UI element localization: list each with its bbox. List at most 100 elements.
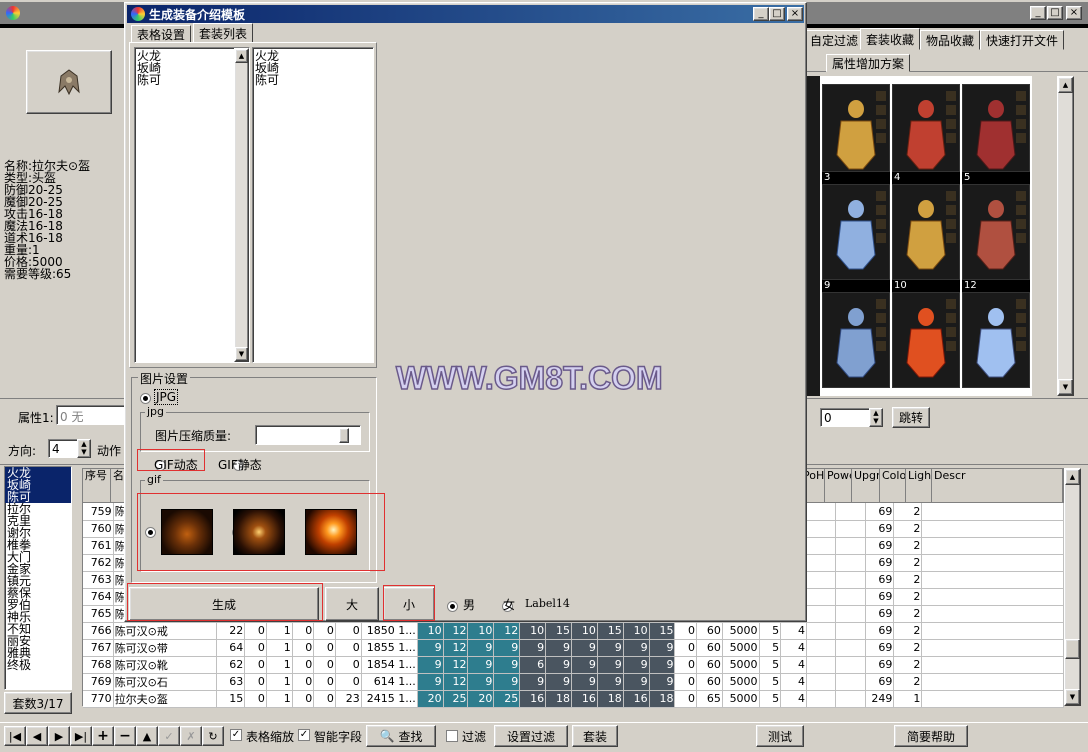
- table-cell[interactable]: [806, 554, 837, 572]
- table-cell[interactable]: 10: [417, 622, 444, 640]
- table-cell[interactable]: 0: [674, 656, 698, 674]
- table-cell[interactable]: 0: [244, 622, 267, 640]
- table-cell[interactable]: 2: [893, 588, 923, 606]
- table-cell[interactable]: [835, 503, 867, 521]
- table-cell[interactable]: [835, 537, 867, 555]
- table-cell[interactable]: [921, 639, 1064, 657]
- table-cell[interactable]: 1850 1...: [361, 622, 418, 640]
- table-cell[interactable]: 10: [519, 622, 547, 640]
- table-cell[interactable]: [835, 639, 867, 657]
- table-cell[interactable]: 9: [571, 639, 598, 657]
- table-cell[interactable]: 9: [571, 656, 598, 674]
- main-minimize-button[interactable]: _: [1030, 6, 1046, 20]
- table-cell[interactable]: 0: [313, 656, 336, 674]
- table-cell[interactable]: 10: [467, 622, 495, 640]
- grid-scroll-up[interactable]: ▲: [1065, 469, 1080, 485]
- table-cell[interactable]: 拉尔夫⊙盔: [113, 690, 218, 708]
- nav-insert-button[interactable]: +: [92, 726, 114, 746]
- table-cell[interactable]: 69: [865, 520, 895, 538]
- table-cell[interactable]: 64: [216, 639, 246, 657]
- table-cell[interactable]: 760: [83, 520, 114, 538]
- grid-header-colo[interactable]: Colo: [880, 469, 906, 503]
- table-cell[interactable]: [835, 690, 867, 708]
- table-cell[interactable]: [921, 554, 1064, 572]
- table-cell[interactable]: 2: [893, 605, 923, 623]
- table-cell[interactable]: [921, 537, 1064, 555]
- table-cell[interactable]: 60: [696, 639, 723, 657]
- table-cell[interactable]: 764: [83, 588, 114, 606]
- table-cell[interactable]: 陈可汉⊙石: [113, 673, 218, 691]
- table-cell[interactable]: [806, 605, 837, 623]
- table-cell[interactable]: 9: [571, 673, 598, 691]
- table-cell[interactable]: 15: [545, 622, 572, 640]
- table-cell[interactable]: 769: [83, 673, 114, 691]
- table-cell[interactable]: 5: [759, 656, 782, 674]
- table-cell[interactable]: 767: [83, 639, 114, 657]
- table-cell[interactable]: 1854 1...: [361, 656, 418, 674]
- table-cell[interactable]: 0: [292, 622, 315, 640]
- table-cell[interactable]: 18: [597, 690, 624, 708]
- table-cell[interactable]: 69: [865, 673, 895, 691]
- table-cell[interactable]: 9: [493, 656, 521, 674]
- table-cell[interactable]: 0: [244, 639, 267, 657]
- table-cell[interactable]: 9: [417, 639, 444, 657]
- dialog-close-button[interactable]: ×: [787, 7, 803, 21]
- table-cell[interactable]: 5000: [722, 690, 760, 708]
- table-cell[interactable]: 69: [865, 554, 895, 572]
- scroll-down-button[interactable]: ▼: [1058, 379, 1073, 395]
- table-cell[interactable]: 0: [244, 690, 267, 708]
- suit-list-a[interactable]: 火龙 坂崎 陈可 ▲ ▼: [134, 47, 250, 363]
- table-cell[interactable]: 1: [266, 639, 293, 657]
- table-cell[interactable]: 9: [519, 673, 547, 691]
- table-cell[interactable]: 765: [83, 605, 114, 623]
- nav-prev-button[interactable]: ◀: [26, 726, 48, 746]
- table-cell[interactable]: 9: [649, 639, 676, 657]
- tab-custom-filter[interactable]: 自定过滤: [804, 30, 865, 50]
- table-cell[interactable]: 5: [759, 622, 782, 640]
- table-row[interactable]: 766 陈可汉⊙戒 22 0 1 0 0 0 1850 1... 10 12 10 12 10 15 10 15…: [83, 622, 1064, 640]
- dialog-tab-table-settings[interactable]: 表格设置: [131, 25, 192, 43]
- jpg-radio[interactable]: [140, 392, 151, 404]
- quality-slider-thumb[interactable]: [339, 428, 349, 443]
- table-cell[interactable]: 陈可汉⊙戒: [113, 622, 218, 640]
- table-cell[interactable]: 0: [292, 673, 315, 691]
- table-cell[interactable]: [921, 571, 1064, 589]
- test-button[interactable]: 测试: [756, 725, 804, 747]
- nav-delete-button[interactable]: −: [114, 726, 136, 746]
- nav-refresh-button[interactable]: ↻: [202, 726, 224, 746]
- big-button[interactable]: 大: [325, 587, 379, 621]
- direction-spin-field[interactable]: 4: [48, 439, 78, 458]
- table-cell[interactable]: 9: [545, 656, 572, 674]
- table-cell[interactable]: 63: [216, 673, 246, 691]
- main-close-button[interactable]: ×: [1066, 6, 1082, 20]
- table-cell[interactable]: 16: [623, 690, 650, 708]
- table-cell[interactable]: 60: [696, 673, 723, 691]
- suit-list-a-item[interactable]: 陈可: [137, 74, 247, 86]
- attr-field[interactable]: 0 无: [56, 405, 130, 425]
- grid-header-upgr[interactable]: Upgr: [852, 469, 880, 503]
- table-cell[interactable]: [806, 622, 837, 640]
- table-cell[interactable]: 18: [545, 690, 572, 708]
- grid-header-no[interactable]: 序号: [83, 469, 111, 503]
- table-cell[interactable]: 22: [216, 622, 246, 640]
- table-cell[interactable]: [806, 656, 837, 674]
- table-cell[interactable]: 69: [865, 656, 895, 674]
- suit-thumbnail[interactable]: [822, 292, 890, 393]
- table-cell[interactable]: 12: [443, 656, 469, 674]
- table-cell[interactable]: 5000: [722, 622, 760, 640]
- suit-thumbnail[interactable]: [892, 84, 960, 185]
- table-cell[interactable]: 0: [674, 673, 698, 691]
- table-cell[interactable]: 9: [493, 639, 521, 657]
- set-filter-button[interactable]: 设置过滤: [494, 725, 568, 747]
- table-cell[interactable]: 5000: [722, 656, 760, 674]
- table-cell[interactable]: 763: [83, 571, 114, 589]
- table-cell[interactable]: 62: [216, 656, 246, 674]
- table-cell[interactable]: 768: [83, 656, 114, 674]
- table-cell[interactable]: 4: [780, 656, 807, 674]
- table-cell[interactable]: 1: [266, 622, 293, 640]
- suit-list-a-scroll-up[interactable]: ▲: [235, 49, 248, 63]
- table-cell[interactable]: [921, 673, 1064, 691]
- table-cell[interactable]: 5000: [722, 673, 760, 691]
- suit-thumbnail[interactable]: [962, 84, 1030, 185]
- table-cell[interactable]: 69: [865, 571, 895, 589]
